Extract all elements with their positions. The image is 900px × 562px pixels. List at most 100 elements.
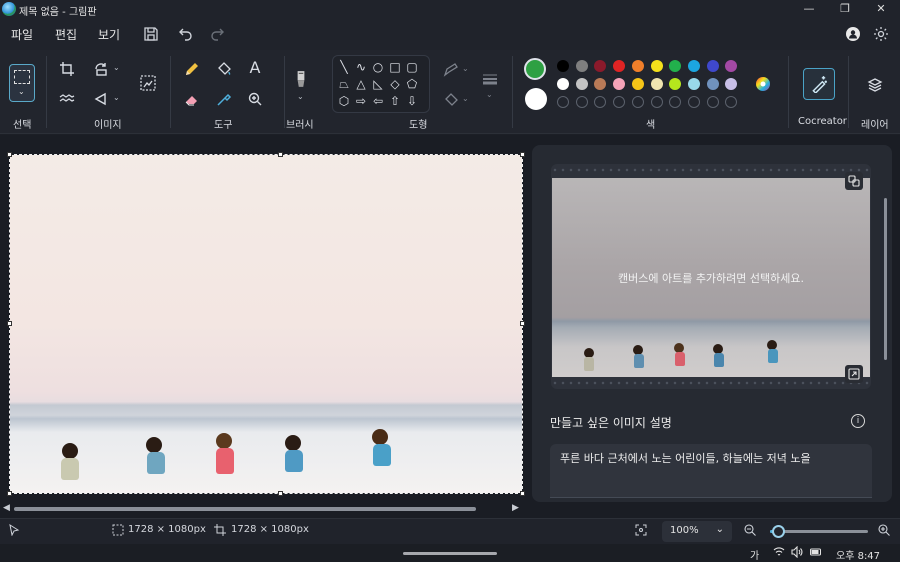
- background-remove-icon[interactable]: [56, 88, 78, 110]
- color-swatch[interactable]: [687, 78, 700, 90]
- color-swatch[interactable]: [650, 60, 663, 72]
- empty-custom-color-slot[interactable]: [669, 96, 682, 108]
- resize-handle[interactable]: [520, 491, 525, 496]
- color-swatch[interactable]: [669, 60, 682, 72]
- rounded-rectangle-shape-icon[interactable]: ▢: [405, 60, 419, 74]
- color-swatch[interactable]: [650, 78, 663, 90]
- scroll-left-arrow-icon[interactable]: ◀: [3, 503, 10, 513]
- text-tool-icon[interactable]: A: [244, 58, 266, 80]
- empty-custom-color-slot[interactable]: [706, 96, 719, 108]
- empty-custom-color-slot[interactable]: [725, 96, 738, 108]
- left-arrow-shape-icon[interactable]: ⇦: [371, 94, 385, 108]
- scrollbar-thumb[interactable]: [14, 507, 476, 511]
- empty-custom-color-slot[interactable]: [631, 96, 644, 108]
- chevron-down-icon[interactable]: ⌄: [113, 63, 120, 72]
- shape-fill-icon[interactable]: [440, 89, 462, 111]
- color-swatch[interactable]: [613, 60, 626, 72]
- up-arrow-shape-icon[interactable]: ⇧: [388, 94, 402, 108]
- chevron-down-icon[interactable]: ⌄: [462, 94, 469, 103]
- rectangle-shape-icon[interactable]: □: [388, 60, 402, 74]
- resize-handle[interactable]: [520, 321, 525, 326]
- curve-shape-icon[interactable]: ∿: [354, 60, 368, 74]
- account-icon[interactable]: [843, 24, 863, 44]
- pentagon-shape-icon[interactable]: ⬠: [405, 77, 419, 91]
- crop-icon[interactable]: [56, 58, 78, 80]
- empty-custom-color-slot[interactable]: [594, 96, 607, 108]
- chevron-down-icon[interactable]: ⌄: [462, 64, 469, 73]
- right-arrow-shape-icon[interactable]: ⇨: [354, 94, 368, 108]
- color-swatch[interactable]: [687, 60, 700, 72]
- chevron-down-icon[interactable]: ⌄: [297, 92, 304, 101]
- chevron-down-icon[interactable]: ⌄: [113, 93, 120, 102]
- polygon-shape-icon[interactable]: ⏢: [337, 77, 351, 91]
- color-swatch[interactable]: [594, 78, 607, 90]
- oval-shape-icon[interactable]: ○: [371, 60, 385, 74]
- scroll-right-arrow-icon[interactable]: ▶: [512, 503, 519, 513]
- pencil-icon[interactable]: [181, 58, 203, 80]
- diamond-shape-icon[interactable]: ◇: [388, 77, 402, 91]
- resize-handle[interactable]: [7, 152, 12, 157]
- color-swatch[interactable]: [706, 78, 719, 90]
- resize-image-icon[interactable]: [136, 72, 160, 96]
- primary-color-swatch[interactable]: [524, 58, 546, 80]
- restore-button[interactable]: ❐: [830, 1, 860, 17]
- color-swatch[interactable]: [725, 78, 738, 90]
- zoom-slider-thumb[interactable]: [771, 525, 785, 538]
- rotate-icon[interactable]: [90, 58, 112, 80]
- battery-icon[interactable]: [810, 546, 824, 560]
- zoom-dropdown[interactable]: 100% ⌄: [662, 521, 732, 542]
- magnifier-icon[interactable]: [244, 88, 266, 110]
- resize-handle[interactable]: [278, 491, 283, 496]
- resize-handle[interactable]: [7, 321, 12, 326]
- undo-icon[interactable]: [176, 24, 196, 44]
- color-picker-icon[interactable]: [213, 88, 235, 110]
- menu-view[interactable]: 보기: [98, 26, 120, 43]
- wifi-icon[interactable]: [773, 546, 787, 560]
- expand-preview-icon[interactable]: [845, 365, 863, 383]
- minimize-button[interactable]: —: [794, 1, 824, 17]
- prompt-textarea[interactable]: 푸른 바다 근처에서 노는 어린이들, 하늘에는 저녁 노을: [550, 444, 872, 498]
- panel-scrollbar[interactable]: [884, 198, 887, 360]
- empty-custom-color-slot[interactable]: [575, 96, 588, 108]
- color-swatch[interactable]: [557, 78, 569, 90]
- color-swatch[interactable]: [631, 78, 644, 90]
- triangle-shape-icon[interactable]: △: [354, 77, 368, 91]
- resize-handle[interactable]: [7, 491, 12, 496]
- save-icon[interactable]: [141, 24, 161, 44]
- menu-edit[interactable]: 편집: [55, 26, 77, 43]
- info-icon[interactable]: i: [851, 414, 865, 428]
- empty-custom-color-slot[interactable]: [613, 96, 626, 108]
- line-size-icon[interactable]: [479, 68, 501, 90]
- brush-icon[interactable]: [290, 66, 312, 92]
- empty-custom-color-slot[interactable]: [650, 96, 663, 108]
- resize-handle[interactable]: [520, 152, 525, 157]
- empty-custom-color-slot[interactable]: [687, 96, 700, 108]
- fill-bucket-icon[interactable]: [213, 58, 235, 80]
- flip-icon[interactable]: [90, 88, 112, 110]
- empty-custom-color-slot[interactable]: [557, 96, 569, 108]
- color-swatch[interactable]: [706, 60, 719, 72]
- color-wheel-icon[interactable]: [752, 73, 774, 95]
- cocreator-button[interactable]: [803, 68, 835, 100]
- chevron-down-icon[interactable]: ⌄: [486, 90, 493, 99]
- color-swatch[interactable]: [575, 60, 588, 72]
- selection-tool-button[interactable]: ⌄: [9, 64, 35, 102]
- close-button[interactable]: ✕: [866, 1, 896, 17]
- ime-indicator[interactable]: 가: [750, 547, 759, 562]
- resize-handle[interactable]: [278, 152, 283, 157]
- settings-gear-icon[interactable]: [871, 24, 891, 44]
- down-arrow-shape-icon[interactable]: ⇩: [405, 94, 419, 108]
- selection-marquee[interactable]: [9, 154, 523, 494]
- color-swatch[interactable]: [631, 60, 644, 72]
- hexagon-shape-icon[interactable]: ⬡: [337, 94, 351, 108]
- line-shape-icon[interactable]: ╲: [337, 60, 351, 74]
- secondary-color-swatch[interactable]: [525, 88, 547, 110]
- redo-icon[interactable]: [207, 24, 227, 44]
- color-swatch[interactable]: [725, 60, 738, 72]
- layers-icon[interactable]: [864, 74, 886, 96]
- fit-to-window-icon[interactable]: [635, 524, 649, 538]
- color-swatch[interactable]: [575, 78, 588, 90]
- color-swatch[interactable]: [594, 60, 607, 72]
- right-triangle-shape-icon[interactable]: ◺: [371, 77, 385, 91]
- color-swatch[interactable]: [669, 78, 682, 90]
